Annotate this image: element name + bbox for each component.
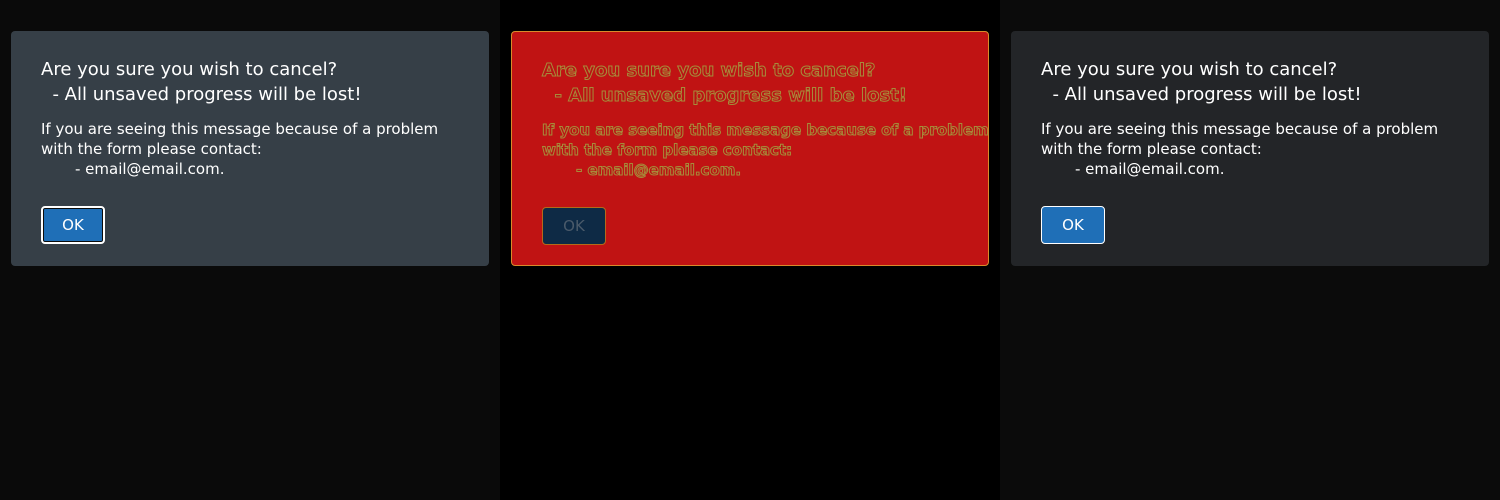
ok-button[interactable]: OK xyxy=(1041,206,1105,244)
title-line-question: Are you sure you wish to cancel? xyxy=(542,60,876,82)
body-line-problem: If you are seeing this message because o… xyxy=(1041,120,1439,138)
ok-button[interactable]: OK xyxy=(542,207,606,245)
cancel-confirm-dialog: Are you sure you wish to cancel? - All u… xyxy=(511,31,989,266)
body-line-problem: If you are seeing this message because o… xyxy=(41,120,439,138)
body-line-contact: with the form please contact: xyxy=(41,140,262,158)
dialog-title: Are you sure you wish to cancel? - All u… xyxy=(1041,57,1459,107)
dialog-title: Are you sure you wish to cancel? - All u… xyxy=(41,57,459,107)
dialog-body: If you are seeing this message because o… xyxy=(41,119,459,179)
cancel-confirm-dialog: Are you sure you wish to cancel? - All u… xyxy=(11,31,489,266)
title-line-warning: - All unsaved progress will be lost! xyxy=(41,84,362,105)
dialog-title: Are you sure you wish to cancel? - All u… xyxy=(542,58,958,108)
variant-stage: Are you sure you wish to cancel? - All u… xyxy=(0,0,1500,500)
contact-email: - email@email.com. xyxy=(1075,160,1225,178)
title-line-question: Are you sure you wish to cancel? xyxy=(1041,59,1338,80)
contact-email: - email@email.com. xyxy=(75,160,225,178)
panel-error-state: Are you sure you wish to cancel? - All u… xyxy=(500,0,1000,500)
title-line-warning: - All unsaved progress will be lost! xyxy=(542,85,908,107)
title-line-question: Are you sure you wish to cancel? xyxy=(41,59,338,80)
panel-default: Are you sure you wish to cancel? - All u… xyxy=(0,0,500,500)
dialog-body: If you are seeing this message because o… xyxy=(1041,119,1459,179)
ok-button[interactable]: OK xyxy=(41,206,105,244)
title-line-warning: - All unsaved progress will be lost! xyxy=(1041,84,1362,105)
dialog-body: If you are seeing this message because o… xyxy=(542,120,990,180)
body-line-contact: with the form please contact: xyxy=(542,141,793,160)
body-line-contact: with the form please contact: xyxy=(1041,140,1262,158)
panel-dark: Are you sure you wish to cancel? - All u… xyxy=(1000,0,1500,500)
cancel-confirm-dialog: Are you sure you wish to cancel? - All u… xyxy=(1011,31,1489,266)
body-line-problem: If you are seeing this message because o… xyxy=(542,121,990,140)
contact-email: - email@email.com. xyxy=(576,161,742,180)
